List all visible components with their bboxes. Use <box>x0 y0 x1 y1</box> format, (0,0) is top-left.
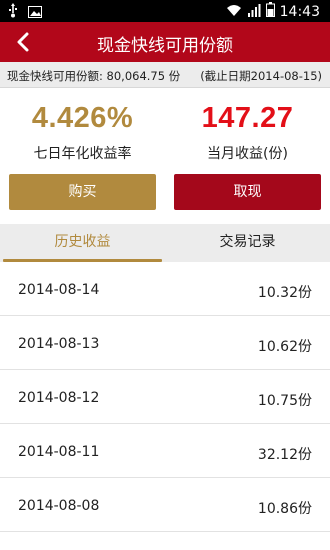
yield-value: 4.426% <box>31 102 134 134</box>
list-item-amount: 32.12份 <box>257 447 312 463</box>
tab-history[interactable]: 历史收益 <box>0 224 165 262</box>
tab-history-label: 历史收益 <box>54 234 111 250</box>
tab-trades-label: 交易记录 <box>219 234 276 250</box>
history-list: 2014-08-14 10.32份 2014-08-13 10.62份 2014… <box>0 262 330 532</box>
status-left-icons <box>8 3 42 22</box>
monthly-earnings-stat: 147.27 当月收益(份) <box>165 102 330 163</box>
page-title: 现金快线可用份额 <box>97 36 233 56</box>
list-item[interactable]: 2014-08-13 10.62份 <box>0 316 330 370</box>
tab-trades[interactable]: 交易记录 <box>165 224 330 262</box>
list-item-amount: 10.32份 <box>257 285 312 301</box>
yield-stat: 4.426% 七日年化收益率 <box>0 102 165 163</box>
list-item-date: 2014-08-08 <box>18 498 100 514</box>
list-item-date: 2014-08-11 <box>18 444 100 460</box>
list-item-amount: 10.75份 <box>257 393 312 409</box>
list-item-amount: 10.86份 <box>257 501 312 517</box>
signal-icon <box>247 2 261 21</box>
status-bar: 14:43 <box>0 0 330 22</box>
status-right-icons: 14:43 <box>226 2 320 21</box>
withdraw-button[interactable]: 取现 <box>174 174 321 210</box>
tab-bar: 历史收益 交易记录 <box>0 224 330 262</box>
yield-label: 七日年化收益率 <box>33 146 132 162</box>
available-shares: 现金快线可用份额: 80,064.75 份 <box>7 69 181 83</box>
monthly-earnings-label: 当月收益(份) <box>207 146 288 162</box>
list-item-amount: 10.62份 <box>257 339 312 355</box>
list-item-date: 2014-08-14 <box>18 282 100 298</box>
list-item-date: 2014-08-12 <box>18 390 100 406</box>
list-item[interactable]: 2014-08-14 10.32份 <box>0 262 330 316</box>
monthly-earnings-value: 147.27 <box>201 102 294 134</box>
list-item[interactable]: 2014-08-12 10.75份 <box>0 370 330 424</box>
list-item[interactable]: 2014-08-11 32.12份 <box>0 424 330 478</box>
status-time: 14:43 <box>279 3 320 20</box>
list-item-date: 2014-08-13 <box>18 336 100 352</box>
list-item[interactable]: 2014-08-08 10.86份 <box>0 478 330 532</box>
battery-icon <box>265 2 275 21</box>
cutoff-date: (截止日期2014-08-15) <box>200 69 322 83</box>
wifi-icon <box>226 2 242 21</box>
title-bar: 现金快线可用份额 <box>0 22 330 62</box>
image-icon <box>28 3 42 22</box>
buy-button[interactable]: 购买 <box>9 174 156 210</box>
info-bar: 现金快线可用份额: 80,064.75 份 (截止日期2014-08-15) <box>0 62 330 88</box>
usb-icon <box>8 3 18 22</box>
